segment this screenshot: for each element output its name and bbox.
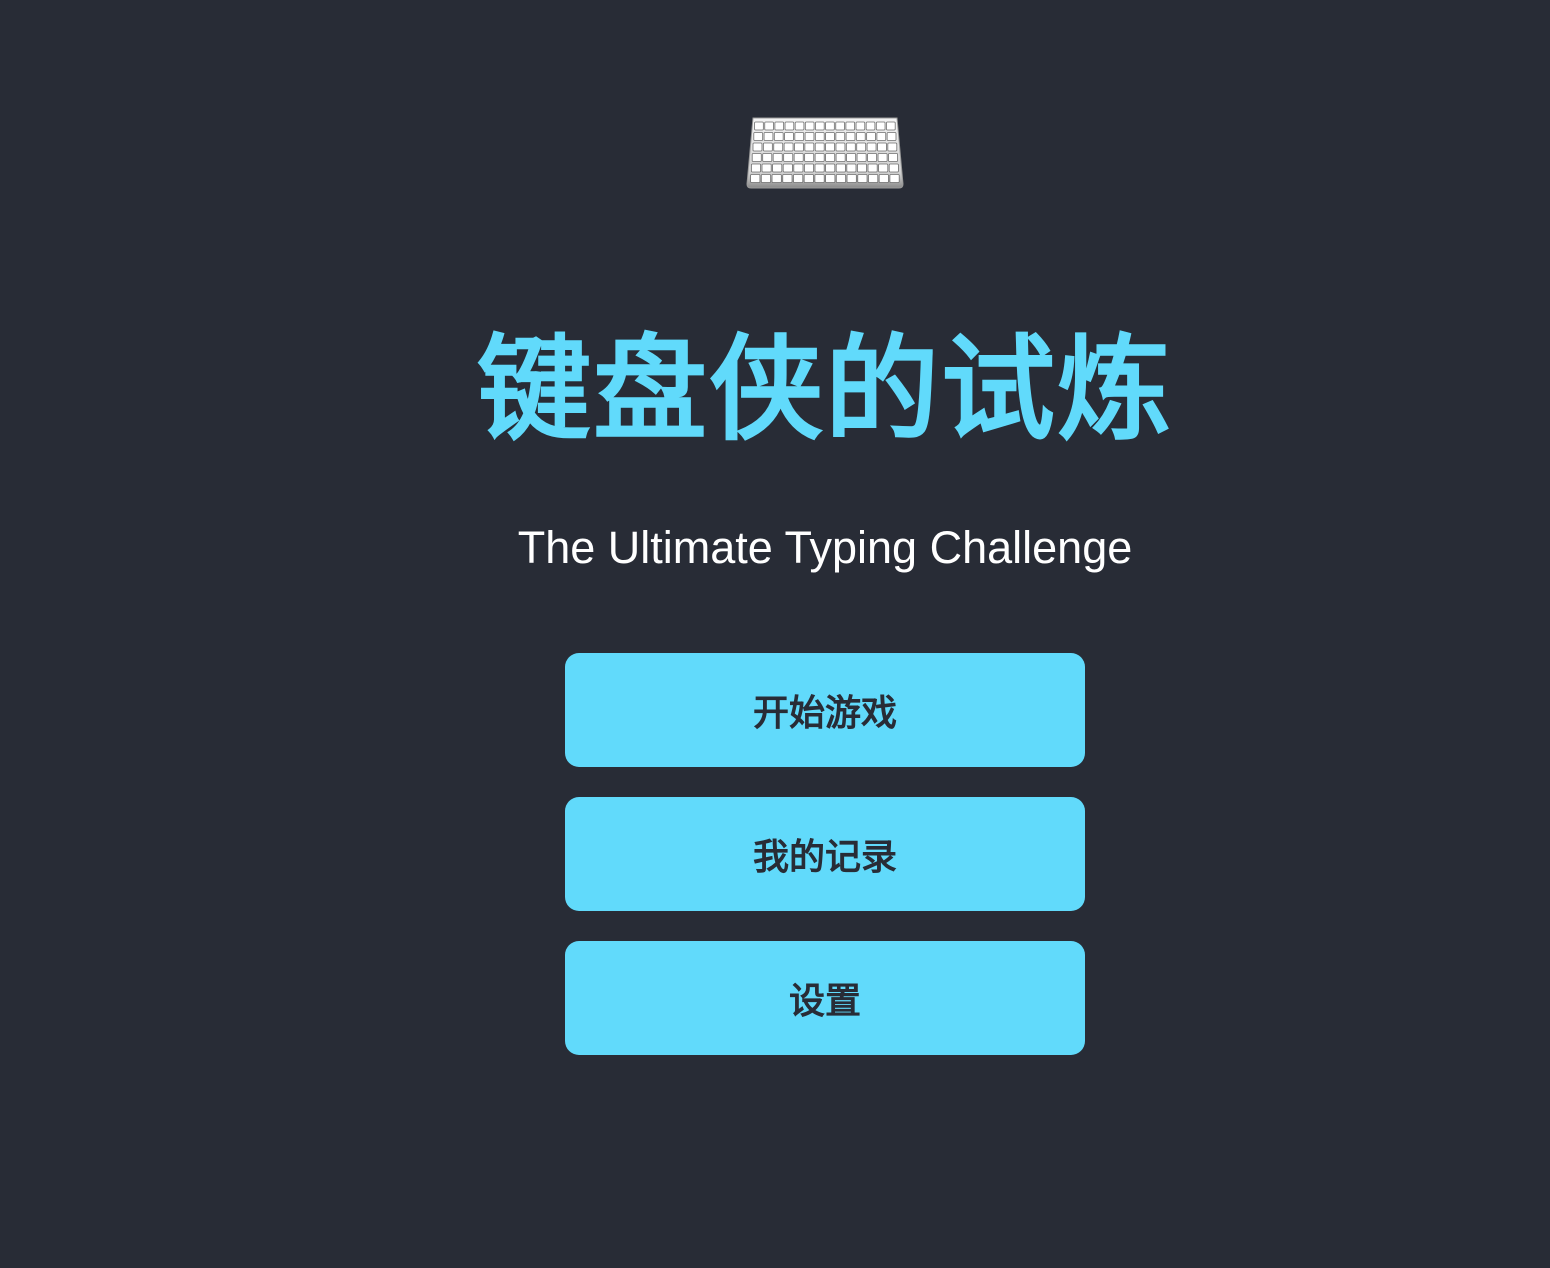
game-subtitle: The Ultimate Typing Challenge: [517, 522, 1133, 573]
my-records-label: 我的记录: [752, 837, 897, 878]
start-screen: 键盘侠的试炼 The Ultimate Typing Challenge 开始游…: [0, 0, 1550, 1268]
settings-button[interactable]: 设置: [565, 941, 1085, 1055]
keyboard-icon: [746, 117, 904, 189]
start-game-label: 开始游戏: [752, 693, 897, 734]
game-title: 键盘侠的试炼: [476, 323, 1173, 456]
my-records-button[interactable]: 我的记录: [565, 797, 1085, 911]
settings-label: 设置: [788, 981, 861, 1022]
start-game-button[interactable]: 开始游戏: [565, 653, 1085, 767]
